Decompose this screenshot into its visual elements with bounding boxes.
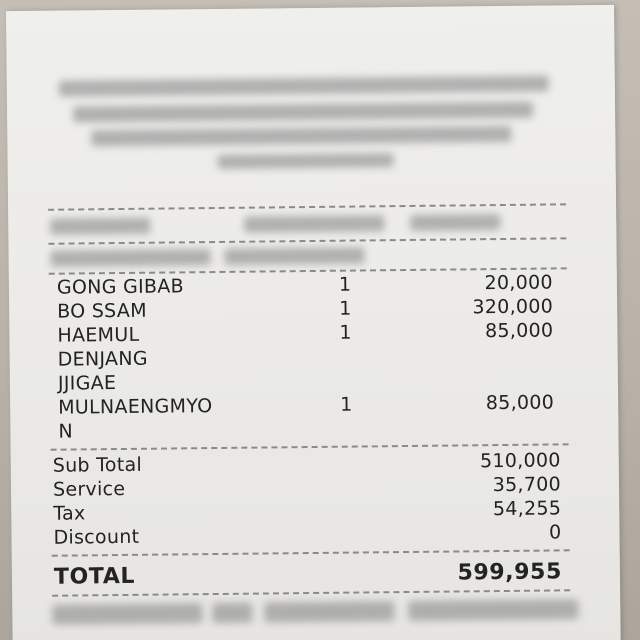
divider (48, 203, 567, 211)
redacted-footer-3 (264, 601, 395, 623)
item-name: N (58, 420, 74, 443)
redacted-footer-2 (212, 602, 253, 624)
item-qty: 1 (339, 321, 352, 344)
redacted-info-3 (410, 214, 501, 231)
item-qty: 1 (340, 393, 353, 416)
item-name: GONG GIBAB (56, 275, 185, 299)
item-name: BO SSAM (57, 299, 147, 323)
photo-background: GONG GIBAB 1 20,000 BO SSAM 1 320,000 HA… (0, 0, 640, 640)
discount-value: 0 (549, 521, 562, 544)
item-price: 20,000 (484, 271, 554, 295)
redacted-footer-4 (408, 599, 579, 622)
redacted-info-4 (50, 249, 211, 267)
discount-label: Discount (53, 525, 140, 549)
divider (48, 237, 567, 245)
redacted-info-2 (244, 215, 385, 233)
item-name: DENJANG (57, 347, 148, 371)
redacted-header-line-2 (73, 101, 534, 123)
divider (51, 549, 570, 557)
item-price: 320,000 (472, 295, 554, 319)
redacted-footer-1 (52, 603, 203, 625)
item-name: MULNAENGMYO (58, 395, 213, 419)
total-value: 599,955 (457, 559, 563, 586)
item-price: 85,000 (485, 391, 555, 415)
redacted-header-line-4 (217, 153, 394, 169)
redacted-header-line-1 (58, 75, 549, 97)
item-price: 85,000 (484, 319, 554, 343)
receipt: GONG GIBAB 1 20,000 BO SSAM 1 320,000 HA… (6, 4, 621, 640)
tax-label: Tax (53, 502, 86, 525)
item-qty: 1 (338, 273, 352, 296)
service-value: 35,700 (492, 473, 562, 497)
item-qty: 1 (339, 297, 352, 320)
subtotal-label: Sub Total (52, 453, 143, 477)
summary-discount: Discount 0 (11, 521, 619, 548)
item-name: HAEMUL (57, 323, 140, 347)
item-name: JJIGAE (57, 372, 117, 395)
service-label: Service (52, 477, 126, 501)
redacted-info-5 (224, 247, 365, 265)
total-label: TOTAL (53, 563, 136, 590)
subtotal-value: 510,000 (479, 449, 561, 473)
total-row: TOTAL 599,955 (12, 559, 620, 589)
redacted-info-1 (50, 217, 151, 235)
redacted-header-line-3 (91, 125, 512, 147)
tax-value: 54,255 (492, 497, 562, 521)
divider (52, 589, 571, 597)
